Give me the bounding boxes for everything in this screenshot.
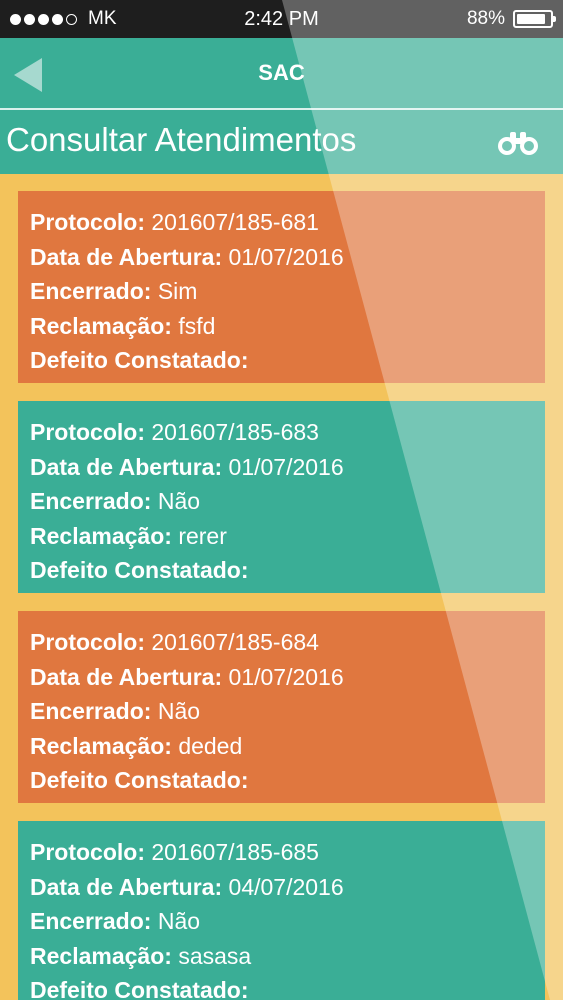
protocol-row: Protocolo: 201607/185-684	[30, 625, 533, 660]
defect-row: Defeito Constatado:	[30, 973, 533, 1000]
complaint-value: fsfd	[178, 312, 216, 339]
open-date-value: 01/07/2016	[228, 663, 344, 690]
ticket-card[interactable]: Protocolo: 201607/185-681 Data de Abertu…	[18, 191, 545, 383]
closed-row: Encerrado: Sim	[30, 274, 533, 309]
complaint-row: Reclamação: deded	[30, 729, 533, 764]
closed-label: Encerrado:	[30, 908, 152, 934]
defect-row: Defeito Constatado:	[30, 763, 533, 798]
ticket-card[interactable]: Protocolo: 201607/185-684 Data de Abertu…	[18, 611, 545, 803]
complaint-label: Reclamação:	[30, 732, 172, 759]
protocol-row: Protocolo: 201607/185-683	[30, 415, 533, 450]
open-date-value: 01/07/2016	[228, 453, 344, 480]
protocol-row: Protocolo: 201607/185-681	[30, 205, 533, 240]
closed-value: Sim	[157, 278, 198, 304]
open-date-label: Data de Abertura:	[30, 873, 223, 900]
battery-percent: 88%	[466, 8, 505, 29]
battery-icon	[513, 10, 556, 28]
battery-level	[517, 14, 546, 24]
page-title-bar: Consultar Atendimentos	[0, 110, 563, 174]
defect-label: Defeito Constatado:	[30, 347, 249, 373]
open-date-row: Data de Abertura: 04/07/2016	[30, 870, 533, 905]
closed-row: Encerrado: Não	[30, 694, 533, 729]
protocol-label: Protocolo:	[30, 209, 145, 235]
protocol-label: Protocolo:	[30, 419, 145, 445]
closed-value: Não	[157, 698, 201, 724]
complaint-row: Reclamação: sasasa	[30, 939, 533, 974]
protocol-value: 201607/185-685	[151, 839, 319, 865]
complaint-row: Reclamação: fsfd	[30, 309, 533, 344]
open-date-row: Data de Abertura: 01/07/2016	[30, 660, 533, 695]
complaint-label: Reclamação:	[30, 942, 172, 969]
protocol-value: 201607/185-683	[151, 419, 319, 445]
open-date-value: 04/07/2016	[228, 873, 344, 900]
open-date-label: Data de Abertura:	[30, 663, 223, 690]
ticket-card[interactable]: Protocolo: 201607/185-683 Data de Abertu…	[18, 401, 545, 593]
binoculars-icon[interactable]	[497, 130, 539, 156]
defect-label: Defeito Constatado:	[30, 767, 249, 793]
app-header: SAC	[0, 38, 563, 108]
open-date-value: 01/07/2016	[228, 243, 344, 270]
defect-row: Defeito Constatado:	[30, 343, 533, 378]
protocol-value: 201607/185-684	[151, 629, 319, 655]
status-bar: MK 2:42 PM 88%	[0, 0, 563, 38]
closed-label: Encerrado:	[30, 278, 152, 304]
complaint-label: Reclamação:	[30, 522, 172, 549]
closed-row: Encerrado: Não	[30, 484, 533, 519]
open-date-row: Data de Abertura: 01/07/2016	[30, 450, 533, 485]
protocol-row: Protocolo: 201607/185-685	[30, 835, 533, 870]
protocol-label: Protocolo:	[30, 629, 145, 655]
open-date-label: Data de Abertura:	[30, 243, 223, 270]
complaint-label: Reclamação:	[30, 312, 172, 339]
battery-status: 88%	[466, 8, 556, 30]
header-title: SAC	[258, 60, 305, 85]
complaint-row: Reclamação: rerer	[30, 519, 533, 554]
complaint-value: sasasa	[178, 942, 252, 969]
protocol-value: 201607/185-681	[151, 209, 319, 235]
ticket-list: Protocolo: 201607/185-681 Data de Abertu…	[0, 174, 563, 1000]
page-title: Consultar Atendimentos	[6, 121, 357, 158]
closed-row: Encerrado: Não	[30, 904, 533, 939]
open-date-row: Data de Abertura: 01/07/2016	[30, 240, 533, 275]
defect-label: Defeito Constatado:	[30, 557, 249, 583]
protocol-label: Protocolo:	[30, 839, 145, 865]
closed-value: Não	[157, 488, 201, 514]
complaint-value: deded	[178, 732, 243, 759]
closed-label: Encerrado:	[30, 698, 152, 724]
closed-value: Não	[157, 908, 201, 934]
closed-label: Encerrado:	[30, 488, 152, 514]
complaint-value: rerer	[178, 522, 227, 549]
defect-row: Defeito Constatado:	[30, 553, 533, 588]
open-date-label: Data de Abertura:	[30, 453, 223, 480]
ticket-card[interactable]: Protocolo: 201607/185-685 Data de Abertu…	[18, 821, 545, 1000]
defect-label: Defeito Constatado:	[30, 977, 249, 1000]
